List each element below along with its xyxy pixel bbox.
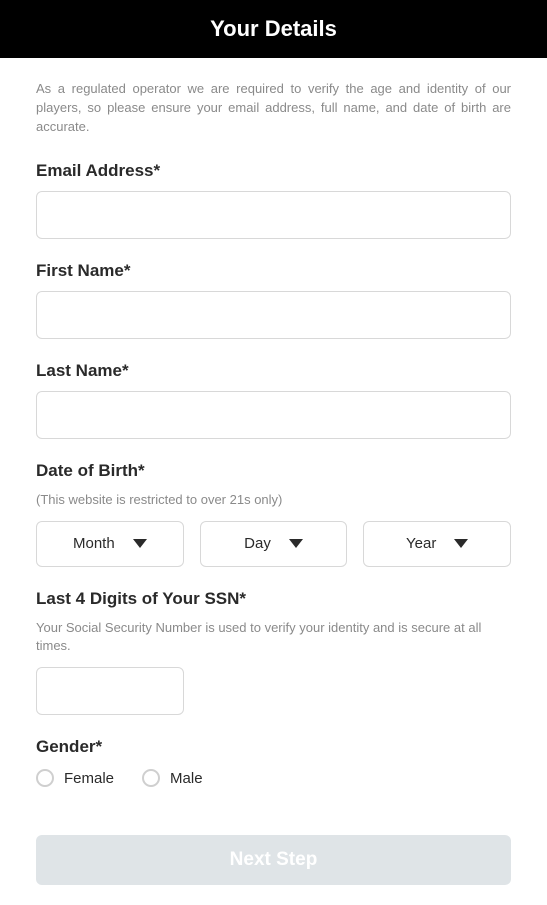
gender-male-label: Male [170, 770, 203, 787]
dob-day-value: Day [244, 535, 271, 552]
dob-row: Month Day Year [36, 521, 511, 567]
chevron-down-icon [454, 539, 468, 548]
next-step-button[interactable]: Next Step [36, 835, 511, 885]
radio-icon [36, 769, 54, 787]
dob-year-select[interactable]: Year [363, 521, 511, 567]
dob-helper: (This website is restricted to over 21s … [36, 491, 511, 509]
dob-day-select[interactable]: Day [200, 521, 348, 567]
gender-radios: Female Male [36, 769, 511, 787]
ssn-helper: Your Social Security Number is used to v… [36, 619, 511, 655]
intro-text: As a regulated operator we are required … [36, 80, 511, 137]
dob-month-value: Month [73, 535, 115, 552]
lastname-label: Last Name* [36, 361, 511, 381]
ssn-label: Last 4 Digits of Your SSN* [36, 589, 511, 609]
lastname-group: Last Name* [36, 361, 511, 439]
page-header: Your Details [0, 0, 547, 58]
ssn-field[interactable] [36, 667, 184, 715]
email-label: Email Address* [36, 161, 511, 181]
radio-icon [142, 769, 160, 787]
firstname-group: First Name* [36, 261, 511, 339]
email-field[interactable] [36, 191, 511, 239]
firstname-label: First Name* [36, 261, 511, 281]
gender-female-radio[interactable]: Female [36, 769, 114, 787]
chevron-down-icon [133, 539, 147, 548]
dob-year-value: Year [406, 535, 436, 552]
dob-month-select[interactable]: Month [36, 521, 184, 567]
dob-label: Date of Birth* [36, 461, 511, 481]
lastname-field[interactable] [36, 391, 511, 439]
email-group: Email Address* [36, 161, 511, 239]
page-title: Your Details [210, 16, 337, 41]
gender-label: Gender* [36, 737, 511, 757]
gender-female-label: Female [64, 770, 114, 787]
dob-group: Date of Birth* (This website is restrict… [36, 461, 511, 567]
chevron-down-icon [289, 539, 303, 548]
firstname-field[interactable] [36, 291, 511, 339]
gender-group: Gender* Female Male [36, 737, 511, 787]
gender-male-radio[interactable]: Male [142, 769, 203, 787]
form-content: As a regulated operator we are required … [0, 58, 547, 905]
ssn-group: Last 4 Digits of Your SSN* Your Social S… [36, 589, 511, 715]
